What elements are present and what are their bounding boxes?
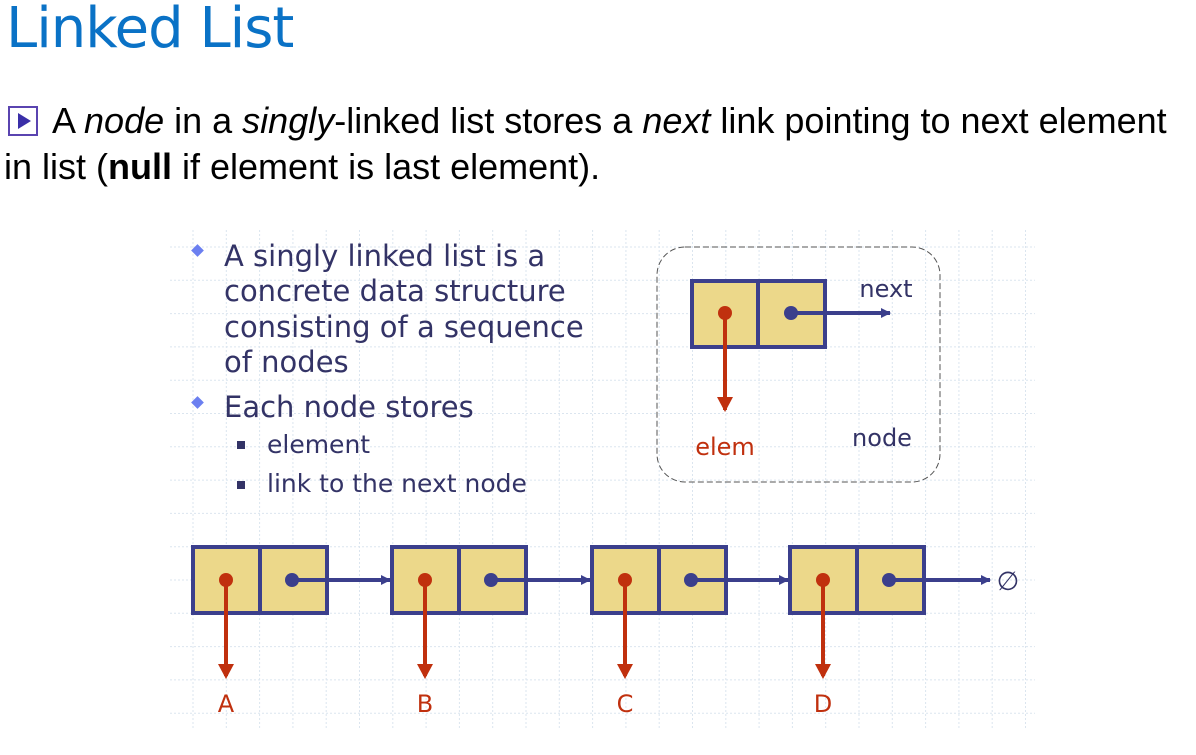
sub-bullet-line: link to the next node xyxy=(267,469,527,498)
node-label: node xyxy=(852,424,912,452)
element-label: A xyxy=(218,690,235,718)
square-bullet-icon xyxy=(237,481,245,489)
linked-list-diagram: A singly linked list is a concrete data … xyxy=(170,230,1035,728)
element-label: D xyxy=(814,690,832,718)
bullet-line: consisting of a sequence xyxy=(224,310,584,344)
elem-dot xyxy=(219,573,233,587)
arrowhead-icon xyxy=(815,664,831,679)
square-bullet-icon xyxy=(237,441,245,449)
next-label: next xyxy=(859,275,912,303)
link-dot xyxy=(784,306,798,320)
link-dot xyxy=(285,573,299,587)
elem-dot xyxy=(618,573,632,587)
elem-dot xyxy=(816,573,830,587)
elem-label: elem xyxy=(695,433,755,461)
arrowhead-icon xyxy=(617,664,633,679)
link-dot xyxy=(484,573,498,587)
element-label: C xyxy=(617,690,634,718)
bullet-line: Each node stores xyxy=(224,390,474,424)
link-dot xyxy=(684,573,698,587)
link-dot xyxy=(882,573,896,587)
bullet-line: concrete data structure xyxy=(224,274,566,308)
elem-dot xyxy=(418,573,432,587)
elem-dot xyxy=(718,306,732,320)
bullet-list: A singly linked list is a concrete data … xyxy=(191,239,584,498)
bullet-line: of nodes xyxy=(224,345,349,379)
sub-bullet-line: element xyxy=(267,430,370,459)
element-label: B xyxy=(417,690,433,718)
arrowhead-icon xyxy=(218,664,234,679)
arrowhead-icon xyxy=(417,664,433,679)
bullet-line: A singly linked list is a xyxy=(224,239,545,273)
null-symbol: ∅ xyxy=(997,567,1020,597)
node-chain: A B C D xyxy=(191,545,991,718)
arrowhead-icon xyxy=(717,397,733,412)
